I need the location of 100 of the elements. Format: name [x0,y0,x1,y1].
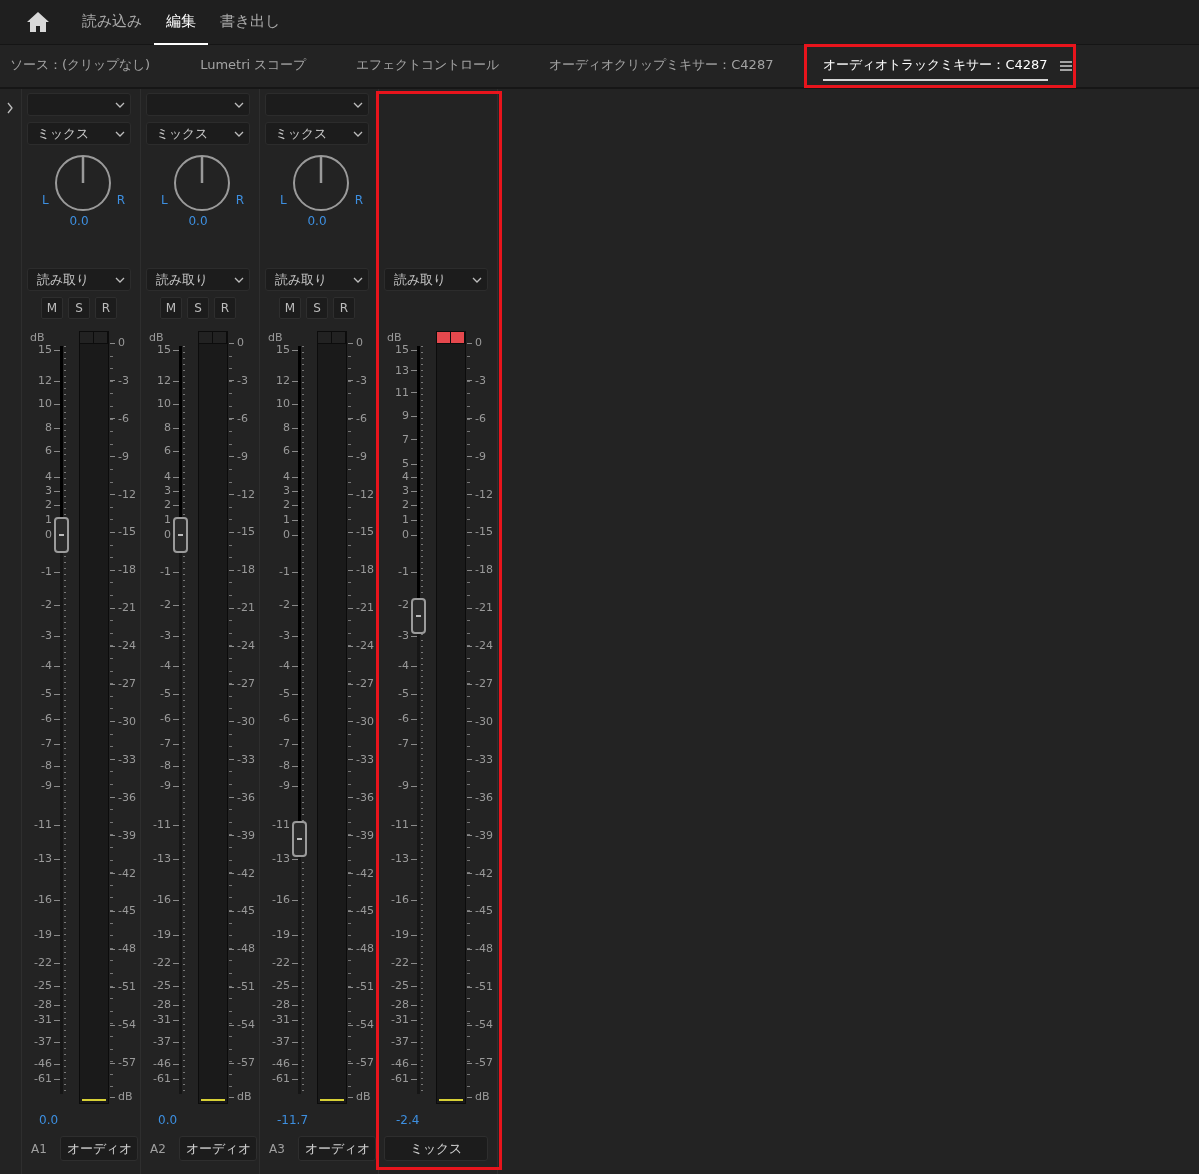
scale-label: -9 [348,449,367,464]
scale-label: -61 [272,1072,298,1086]
scale-label: -28 [153,998,179,1012]
scale-label: -7 [398,737,417,751]
scale-label: -28 [391,998,417,1012]
scale-label: -31 [34,1013,60,1027]
unit-label: dB [467,1090,490,1104]
scale-label: -1 [398,565,417,579]
scale-label: -21 [467,601,493,616]
pan-knob[interactable] [171,153,232,213]
scale-label: -12 [348,487,374,502]
channel-button[interactable]: M [160,297,182,319]
menu-icon[interactable] [1059,60,1072,72]
input-dropdown[interactable] [265,93,369,116]
scale-label: -16 [272,893,298,907]
scale-label: -13 [391,852,417,866]
scale-label: -12 [229,487,255,502]
scale-label: -18 [348,563,374,578]
output-dropdown[interactable]: ミックス [146,122,250,145]
scale-label: -4 [279,659,298,673]
scale-label: -22 [272,956,298,970]
track-name-field[interactable]: オーディオ [179,1136,257,1161]
track-name-field[interactable]: オーディオ [298,1136,376,1161]
scale-label: -42 [229,866,255,881]
panel-tab[interactable]: オーディオトラックミキサー：C4287 [823,51,1048,81]
scale-label: -24 [110,639,136,654]
scale-label: 15 [276,343,298,357]
workspace-tab[interactable]: 書き出し [208,0,292,45]
caret-icon [471,275,483,284]
scale-label: -30 [348,714,374,729]
channel-button[interactable]: S [68,297,90,319]
fader-handle[interactable] [173,517,188,554]
scale-label: -39 [110,828,136,843]
automation-dropdown[interactable]: 読み取り [146,268,250,291]
pan-knob[interactable] [290,153,351,213]
automation-dropdown[interactable]: 読み取り [384,268,488,291]
scale-label: -9 [279,779,298,793]
pan-value: 0.0 [306,213,328,229]
unit-label: dB [387,331,402,345]
channel-button[interactable]: S [306,297,328,319]
scale-label: -1 [279,565,298,579]
scale-label: -39 [348,828,374,843]
panel-tab[interactable]: オーディオクリップミキサー：C4287 [549,51,774,81]
panel-tab[interactable]: エフェクトコントロール [356,51,500,81]
channel-button[interactable]: S [187,297,209,319]
track-name-field[interactable]: ミックス [384,1136,488,1161]
scale-label: 12 [38,374,60,388]
automation-dropdown[interactable]: 読み取り [265,268,369,291]
scale-label: -9 [229,449,248,464]
scale-label: 4 [164,470,179,484]
automation-dropdown[interactable]: 読み取り [27,268,131,291]
scale-label: -21 [110,601,136,616]
scale-label: -61 [153,1072,179,1086]
fader-handle[interactable] [411,598,426,634]
input-dropdown[interactable] [27,93,131,116]
scale-label: 4 [45,470,60,484]
channel-button[interactable]: R [214,297,236,319]
scale-label: -54 [110,1018,136,1033]
scale-label: -7 [41,737,60,751]
chevron-right-icon[interactable] [6,101,14,114]
scale-label: -30 [110,714,136,729]
scale-label: -9 [398,779,417,793]
scale-label: -37 [153,1035,179,1049]
scale-label: -11 [153,818,179,832]
output-dropdown[interactable]: ミックス [27,122,131,145]
fader-handle[interactable] [54,517,69,554]
scale-label: -3 [160,629,179,643]
scale-label: -5 [279,687,298,701]
panel-tab[interactable]: Lumetri スコープ [200,51,307,81]
panel-tab[interactable]: ソース：(クリップなし) [10,51,151,81]
scale-label: -25 [34,979,60,993]
scale-label: 10 [157,397,179,411]
scale-label: -6 [398,712,417,726]
home-icon[interactable] [26,11,50,33]
scale-label: -42 [348,866,374,881]
scale-label: -15 [467,525,493,540]
scale-label: -27 [110,677,136,692]
scale-label: -42 [110,866,136,881]
track-name-field[interactable]: オーディオ [60,1136,138,1161]
scale-label: -19 [272,928,298,942]
dropdown-value: ミックス [37,124,89,143]
scale-label: -46 [153,1057,179,1071]
channel-button[interactable]: R [95,297,117,319]
scale-label: -22 [391,956,417,970]
output-dropdown[interactable]: ミックス [265,122,369,145]
scale-label: -7 [279,737,298,751]
pan-right-label: R [354,192,363,209]
scale-label: 0 [467,336,482,350]
input-dropdown[interactable] [146,93,250,116]
pan-right-label: R [116,192,125,209]
channel-button[interactable]: M [41,297,63,319]
caret-icon [352,100,364,109]
channel-button[interactable]: M [279,297,301,319]
workspace-tab[interactable]: 読み込み [70,0,154,45]
channel-button[interactable]: R [333,297,355,319]
scale-label: -15 [110,525,136,540]
dropdown-value: 読み取り [37,270,89,289]
pan-knob[interactable] [52,153,113,213]
scale-label: -19 [153,928,179,942]
fader-handle[interactable] [292,820,307,857]
